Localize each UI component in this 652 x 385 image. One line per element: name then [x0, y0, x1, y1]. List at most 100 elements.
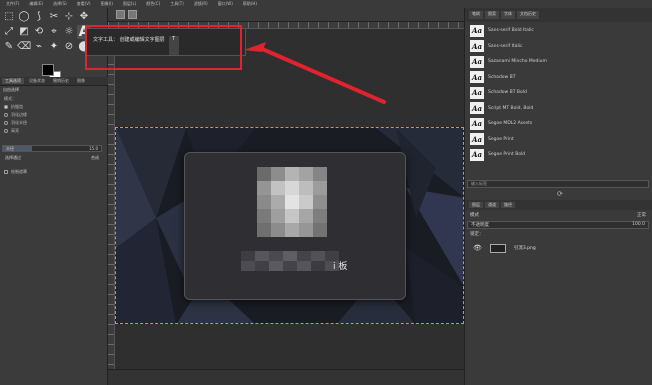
- font-list-item[interactable]: Aa Segoe Print Bold: [465, 147, 652, 163]
- rotate-tool-icon[interactable]: ⟲: [32, 25, 46, 39]
- menu-image[interactable]: 图像(I): [101, 1, 113, 7]
- feather-radius-option[interactable]: 羽化半径: [0, 119, 108, 127]
- tab-layers[interactable]: 图层: [469, 202, 483, 208]
- font-list-item[interactable]: Aa Script MT Bold, Bold: [465, 101, 652, 117]
- font-name: Segoe Print Bold: [488, 152, 526, 158]
- pixelated-block: [285, 209, 299, 223]
- refresh-icon[interactable]: ⟳: [557, 190, 563, 198]
- font-list-item[interactable]: Aa Sazanami Mincho Medium: [465, 54, 652, 70]
- feather-radius-radio[interactable]: [4, 121, 8, 125]
- image-tabs: [108, 8, 464, 22]
- menu-colors[interactable]: 颜色(C): [146, 1, 160, 7]
- tab-patterns[interactable]: 图案: [485, 11, 499, 19]
- tab-tool-options[interactable]: 工具选项: [2, 78, 24, 84]
- rect-select-tool-icon[interactable]: ⬚: [2, 10, 16, 24]
- dialog-caption: i 板: [333, 262, 348, 272]
- layer-mode-row[interactable]: 模式 正常: [467, 212, 649, 220]
- radius-slider[interactable]: 半径 15.0: [2, 145, 102, 152]
- tab-device-status[interactable]: 设备状态: [26, 78, 48, 84]
- highlight-radio[interactable]: [4, 129, 8, 133]
- layer-lock-row: 锁定：: [467, 231, 649, 239]
- pixelated-block: [257, 195, 271, 209]
- font-list-item[interactable]: Aa Segoe Print: [465, 132, 652, 148]
- menu-tools[interactable]: 工具(T): [170, 1, 184, 7]
- image-tab-1[interactable]: [116, 10, 125, 19]
- draw-mask-checkbox[interactable]: [4, 170, 8, 174]
- tab-images[interactable]: 图像: [74, 78, 88, 84]
- menu-file[interactable]: 文件(F): [6, 1, 19, 7]
- smudge-tool-icon[interactable]: ⌁: [32, 40, 46, 54]
- ellipse-select-tool-icon[interactable]: ◯: [17, 10, 31, 24]
- layer-mode-label: 模式: [470, 213, 479, 218]
- pixelated-block: [313, 209, 327, 223]
- pixelated-block: [271, 195, 285, 209]
- font-name: Script MT Bold, Bold: [488, 105, 534, 111]
- measure-tool-icon[interactable]: ⌖: [47, 25, 61, 39]
- font-list-item[interactable]: Aa Schadow BT: [465, 70, 652, 86]
- feather-label: 羽化边缘: [11, 112, 27, 117]
- menu-select[interactable]: 选择(S): [53, 1, 67, 7]
- horizontal-scrollbar[interactable]: [108, 369, 464, 385]
- highlight-option[interactable]: 高亮: [0, 127, 108, 135]
- pixelated-block: [297, 251, 311, 261]
- antialias-option[interactable]: 抗锯齿: [0, 103, 108, 111]
- heal-tool-icon[interactable]: ✦: [47, 40, 61, 54]
- font-list-item[interactable]: Aa Sans-serif Italic: [465, 39, 652, 55]
- scale-tool-icon[interactable]: ⤢: [2, 25, 16, 39]
- draw-mask-option[interactable]: 绘制遮罩: [0, 168, 108, 176]
- font-preview-icon: Aa: [470, 86, 484, 99]
- antialias-radio[interactable]: [4, 105, 8, 109]
- feather-option[interactable]: 羽化边缘: [0, 111, 108, 119]
- pencil-tool-icon[interactable]: ✎: [2, 40, 16, 54]
- font-preview-icon: Aa: [470, 55, 484, 68]
- mode-label: 模式：: [4, 96, 16, 101]
- pixelated-block: [285, 195, 299, 209]
- image-tab-2[interactable]: [128, 10, 137, 19]
- eraser-tool-icon[interactable]: ⌫: [17, 40, 31, 54]
- free-select-tool-icon[interactable]: ⟆: [32, 10, 46, 24]
- tab-document-history[interactable]: 文档历史: [517, 11, 539, 19]
- pixelated-block: [271, 223, 285, 237]
- tab-paths[interactable]: 路径: [501, 202, 515, 208]
- font-name: Segoe MDL2 Assets: [488, 121, 533, 127]
- layer-opacity-slider[interactable]: 不透明度 100.0: [467, 221, 649, 229]
- layer-mode-value[interactable]: 正常: [637, 212, 646, 220]
- pixelated-block: [257, 209, 271, 223]
- layer-opacity-label: 不透明度: [471, 223, 489, 228]
- visibility-eye-icon[interactable]: 👁: [473, 244, 482, 252]
- foreground-color-swatch[interactable]: [42, 64, 54, 76]
- feather-radio[interactable]: [4, 113, 8, 117]
- pixelated-block: [299, 181, 313, 195]
- tab-brushes[interactable]: 笔刷: [469, 11, 483, 19]
- tab-undo-history[interactable]: 撤销历史: [50, 78, 72, 84]
- menu-layer[interactable]: 图层(L): [123, 1, 136, 7]
- tab-channels[interactable]: 通道: [485, 202, 499, 208]
- menu-filters[interactable]: 滤镜(R): [194, 1, 208, 7]
- crop-tool-icon[interactable]: ⊹: [62, 10, 76, 24]
- menu-view[interactable]: 查看(V): [77, 1, 91, 7]
- font-list-item[interactable]: Aa Sans-serif Bold Italic: [465, 23, 652, 39]
- select-by-label: 选择通过: [5, 155, 21, 160]
- menu-edit[interactable]: 编辑(E): [29, 1, 43, 7]
- pixelated-block: [255, 261, 269, 271]
- feather-radius-label: 羽化半径: [11, 120, 27, 125]
- font-list-item[interactable]: Aa Segoe MDL2 Assets: [465, 116, 652, 132]
- pixelated-block: [241, 251, 255, 261]
- menu-help[interactable]: 帮助(H): [243, 1, 257, 7]
- layer-list-item[interactable]: 👁 引流3.png: [465, 241, 652, 255]
- select-by-value[interactable]: 合成: [91, 155, 99, 163]
- move-tool-icon[interactable]: ✥: [77, 10, 91, 24]
- select-by-row[interactable]: 选择通过 合成: [2, 155, 102, 163]
- pixelated-block: [311, 261, 325, 271]
- draw-mask-label: 绘制遮罩: [11, 169, 27, 174]
- scissors-tool-icon[interactable]: ✂: [47, 10, 61, 24]
- menu-windows[interactable]: 窗口(W): [218, 1, 233, 7]
- font-list-item[interactable]: Aa Schadow BT Bold: [465, 85, 652, 101]
- warp-tool-icon[interactable]: ◩: [17, 25, 31, 39]
- canvas-image[interactable]: i 板: [115, 127, 464, 324]
- tool-options-panel: 自由选择 模式： 抗锯齿 羽化边缘 羽化半径 高亮: [0, 87, 108, 135]
- dodge-tool-icon[interactable]: ☼: [62, 25, 76, 39]
- blur-tool-icon[interactable]: ⊘: [62, 40, 76, 54]
- tab-fonts[interactable]: 字体: [501, 11, 515, 19]
- font-tag-input[interactable]: 输入标签: [467, 180, 649, 188]
